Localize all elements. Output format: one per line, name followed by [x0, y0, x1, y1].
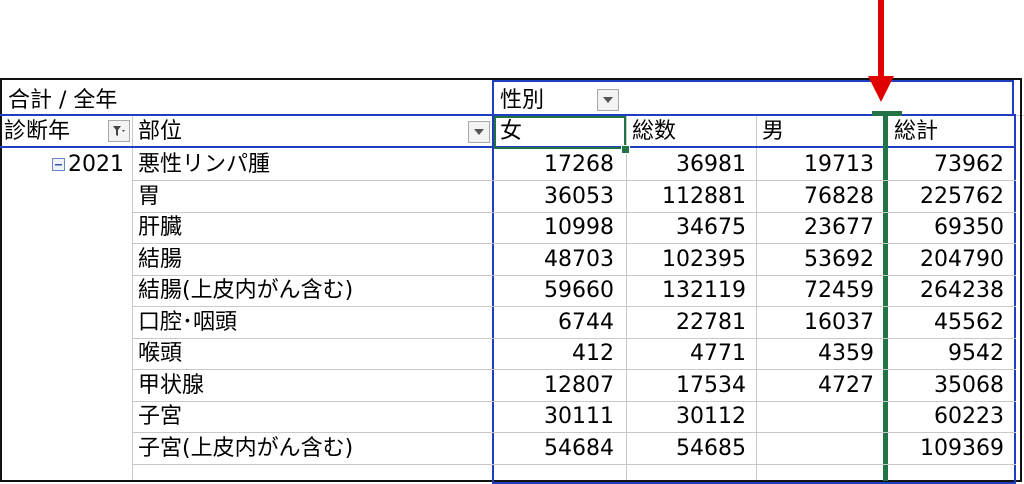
- table-cell-f[interactable]: 54684: [496, 434, 622, 464]
- column-insert-indicator: [883, 112, 888, 481]
- table-cell-g[interactable]: 225762: [890, 182, 1012, 212]
- site-label[interactable]: 子宮(上皮内がん含む): [134, 434, 490, 464]
- site-label[interactable]: 結腸(上皮内がん含む): [134, 276, 490, 306]
- column-area-border: [492, 80, 1014, 116]
- table-cell-t[interactable]: 132119: [628, 276, 754, 306]
- table-cell-t[interactable]: 30112: [628, 402, 754, 432]
- site-label[interactable]: 口腔･咽頭: [134, 308, 490, 338]
- table-cell-g[interactable]: 60223: [890, 402, 1012, 432]
- table-cell-f[interactable]: 10998: [496, 213, 622, 243]
- site-label[interactable]: 胃: [134, 182, 490, 212]
- red-down-arrow-icon: [868, 0, 894, 102]
- row-divider: [132, 306, 1016, 307]
- site-label[interactable]: 甲状腺: [134, 371, 490, 401]
- row-divider: [132, 432, 1016, 433]
- column-insert-indicator-cap: [872, 111, 902, 116]
- table-cell-g[interactable]: 109369: [890, 434, 1012, 464]
- table-cell-m[interactable]: 72459: [758, 276, 882, 306]
- selected-cell[interactable]: [494, 116, 626, 149]
- table-cell-m[interactable]: 76828: [758, 182, 882, 212]
- table-cell-g[interactable]: 35068: [890, 371, 1012, 401]
- pivot-table: 合計 / 全年 性別 診断年 部位 女 総数 男 総計 2021 悪性リンパ腫 …: [0, 0, 1024, 484]
- table-cell-t[interactable]: 4771: [628, 339, 754, 369]
- table-cell-t[interactable]: 34675: [628, 213, 754, 243]
- table-cell-m[interactable]: 16037: [758, 308, 882, 338]
- site-label[interactable]: 結腸: [134, 245, 490, 275]
- row-divider: [132, 243, 1016, 244]
- table-cell-t[interactable]: 36981: [628, 150, 754, 180]
- table-cell-m[interactable]: [758, 434, 882, 464]
- table-cell-g[interactable]: 45562: [890, 308, 1012, 338]
- site-label[interactable]: 子宮: [134, 402, 490, 432]
- table-cell-m[interactable]: 19713: [758, 150, 882, 180]
- table-cell-g[interactable]: 204790: [890, 245, 1012, 275]
- table-cell-g[interactable]: 9542: [890, 339, 1012, 369]
- table-cell-t[interactable]: 102395: [628, 245, 754, 275]
- table-cell-t[interactable]: 54685: [628, 434, 754, 464]
- table-cell-m[interactable]: [758, 402, 882, 432]
- table-cell-m[interactable]: 4359: [758, 339, 882, 369]
- table-cell-m[interactable]: 4727: [758, 371, 882, 401]
- table-cell-m[interactable]: 53692: [758, 245, 882, 275]
- table-cell-f[interactable]: 36053: [496, 182, 622, 212]
- table-cell-f[interactable]: 59660: [496, 276, 622, 306]
- row-divider: [132, 464, 1016, 465]
- table-cell-t[interactable]: 22781: [628, 308, 754, 338]
- row-divider: [132, 369, 1016, 370]
- table-cell-f[interactable]: 17268: [496, 150, 622, 180]
- site-label[interactable]: 喉頭: [134, 339, 490, 369]
- table-cell-f[interactable]: 6744: [496, 308, 622, 338]
- table-cell-g[interactable]: 264238: [890, 276, 1012, 306]
- table-cell-f[interactable]: 30111: [496, 402, 622, 432]
- table-cell-f[interactable]: 412: [496, 339, 622, 369]
- table-cell-t[interactable]: 17534: [628, 371, 754, 401]
- table-cell-f[interactable]: 12807: [496, 371, 622, 401]
- table-cell-f[interactable]: 48703: [496, 245, 622, 275]
- table-cell-m[interactable]: 23677: [758, 213, 882, 243]
- table-cell-t[interactable]: 112881: [628, 182, 754, 212]
- site-label[interactable]: 悪性リンパ腫: [134, 150, 490, 180]
- table-cell-g[interactable]: 69350: [890, 213, 1012, 243]
- site-label[interactable]: 肝臓: [134, 213, 490, 243]
- table-cell-g[interactable]: 73962: [890, 150, 1012, 180]
- row-divider: [132, 180, 1016, 181]
